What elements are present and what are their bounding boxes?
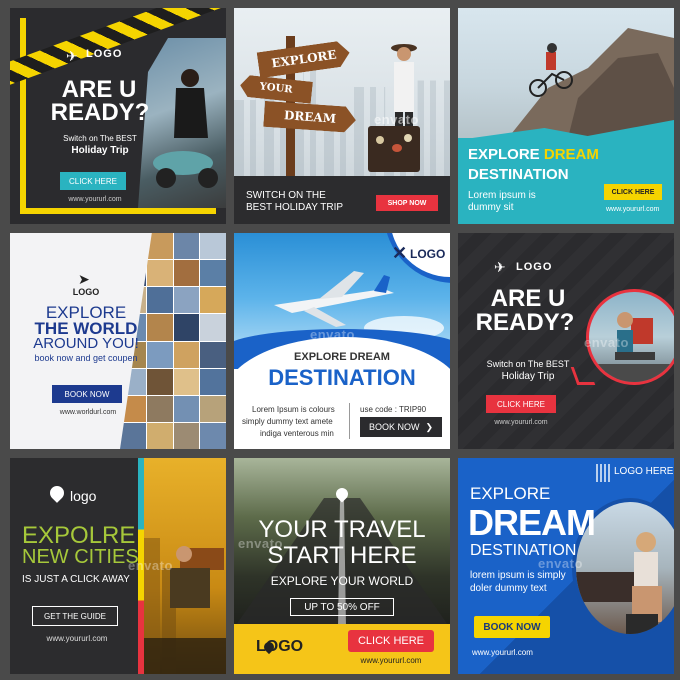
banner-explore-dream-destination-plane: ✕ LOGO envato EXPLORE DREAM DESTINATION … bbox=[234, 233, 450, 449]
rock-and-cyclist bbox=[508, 28, 674, 138]
book-now-button[interactable]: BOOK NOW bbox=[52, 385, 122, 403]
url-text: www.yoururl.com bbox=[46, 634, 108, 643]
banner-are-u-ready-hiker: ✈ LOGO ARE U READY? Switch on The BEST H… bbox=[458, 233, 674, 449]
book-now-button[interactable]: BOOK NOW bbox=[474, 616, 550, 638]
url-text: www.yoururl.com bbox=[472, 648, 533, 657]
body-line1: Lorem Ipsum is colours bbox=[252, 405, 335, 414]
logo-text: logo bbox=[70, 488, 97, 504]
headline-line1: EXPLORE DREAM bbox=[294, 351, 390, 363]
coupon-code-text: use code : TRIP90 bbox=[360, 405, 427, 414]
click-here-button[interactable]: CLICK HERE bbox=[60, 172, 126, 190]
subtitle-line1: Switch on The BEST bbox=[63, 134, 137, 143]
banner-are-u-ready-scooter: ✈ LOGO ARE U READY? Switch on The BEST H… bbox=[10, 8, 226, 224]
headline-line2: NEW CITIES bbox=[22, 546, 139, 568]
logo-text: LOGO bbox=[410, 247, 446, 261]
banner-explore-dream-destination-blue: LOGO HERE EXPLORE DREAM DESTINATION lore… bbox=[458, 458, 674, 674]
watermark-text: envato bbox=[310, 327, 355, 342]
bottom-text-line1: SWITCH ON THE bbox=[246, 190, 326, 201]
chevron-right-icon: ❯ bbox=[425, 421, 434, 432]
banner-explore-the-world: ➤ LOGO EXPLORE THE WORLD AROUND YOU! boo… bbox=[10, 233, 226, 449]
banner-explore-your-dream: EXPLORE YOUR DREAM envato SWITCH ON THE … bbox=[234, 8, 450, 224]
logo-x-icon: ✕ bbox=[392, 243, 408, 263]
headline-explore: EXPLORE bbox=[468, 146, 544, 163]
divider bbox=[349, 403, 350, 439]
tagline: IS JUST A CLICK AWAY bbox=[22, 574, 130, 585]
shop-now-button[interactable]: SHOP NOW bbox=[376, 195, 438, 211]
watermark-text: envato bbox=[538, 556, 583, 571]
watermark-text: envato bbox=[128, 558, 173, 573]
body-line2: simply dummy text amete bbox=[242, 417, 333, 426]
headline-line2: DESTINATION bbox=[468, 166, 569, 183]
logo-text: LOGO bbox=[516, 261, 553, 273]
book-now-button[interactable]: BOOK NOW ❯ bbox=[360, 417, 442, 437]
sign-your: YOUR bbox=[239, 74, 313, 103]
headline-line2: READY? bbox=[50, 99, 150, 126]
url-text: www.yoururl.com bbox=[68, 196, 122, 203]
url-text: www.yoururl.com bbox=[494, 419, 548, 426]
body-line3: indiga venterous min bbox=[260, 429, 334, 438]
watermark-text: envato bbox=[374, 112, 419, 127]
subtitle-line1: Switch on The BEST bbox=[486, 359, 570, 369]
subhead: EXPLORE YOUR WORLD bbox=[270, 574, 414, 588]
logo-text: LOGO bbox=[256, 638, 304, 655]
banner-your-travel-start-here: YOUR TRAVEL START HERE EXPLORE YOUR WORL… bbox=[234, 458, 450, 674]
url-text: www.yoururl.com bbox=[360, 656, 422, 665]
watermark-text: envato bbox=[584, 335, 629, 350]
body-line2: dummy sit bbox=[468, 202, 514, 213]
book-now-label: BOOK NOW bbox=[368, 422, 420, 432]
subtitle-line2: Holiday Trip bbox=[71, 145, 129, 156]
bottom-text-line2: BEST HOLIDAY TRIP bbox=[246, 202, 344, 213]
discount-banner: UP TO 50% OFF bbox=[290, 598, 394, 616]
url-text: www.worldurl.com bbox=[59, 409, 117, 416]
headline-dream: DREAM bbox=[543, 146, 599, 163]
vertical-bars bbox=[596, 464, 610, 482]
body-line1: lorem ipsum is simply bbox=[470, 570, 566, 581]
headline-line2: DREAM bbox=[468, 502, 596, 543]
url-text: www.yoururl.com bbox=[606, 206, 660, 213]
plane-icon: ✈ bbox=[494, 259, 506, 275]
cliff-photo bbox=[458, 8, 674, 138]
click-here-button[interactable]: CLICK HERE bbox=[486, 395, 556, 413]
headline-line2: READY? bbox=[475, 309, 575, 336]
click-here-button[interactable]: CLICK HERE bbox=[604, 184, 662, 200]
plane-icon: ✈ bbox=[66, 48, 78, 64]
headline-line1: EXPLORE DREAM bbox=[468, 146, 599, 163]
suitcase-photo bbox=[368, 126, 420, 172]
logo-text: LOGO bbox=[86, 48, 123, 60]
watermark-text: envato bbox=[238, 536, 283, 551]
logo-text: LOGO HERE bbox=[614, 466, 674, 477]
headline-line3: AROUND YOU! bbox=[33, 335, 139, 352]
click-here-button[interactable]: CLICK HERE bbox=[348, 630, 434, 652]
subtitle-line2: Holiday Trip bbox=[501, 371, 555, 382]
banner-explore-dream-destination-bike: EXPLORE DREAM DESTINATION Lorem ipsum is… bbox=[458, 8, 674, 224]
headline-line2: DESTINATION bbox=[268, 365, 416, 390]
body-line1: Lorem ipsum is bbox=[468, 190, 536, 201]
logo-text: LOGO bbox=[72, 287, 100, 297]
paper-plane-icon: ➤ bbox=[78, 271, 90, 287]
headline-line1: EXPLORE bbox=[470, 484, 551, 503]
banner-explore-new-cities: logo EXPOLRE NEW CITIES IS JUST A CLICK … bbox=[10, 458, 226, 674]
coupon-text: book now and get coupen bbox=[34, 353, 138, 363]
body-line2: doler dummy text bbox=[470, 583, 547, 594]
location-pin-icon bbox=[47, 483, 67, 503]
get-the-guide-button[interactable]: GET THE GUIDE bbox=[32, 606, 118, 626]
